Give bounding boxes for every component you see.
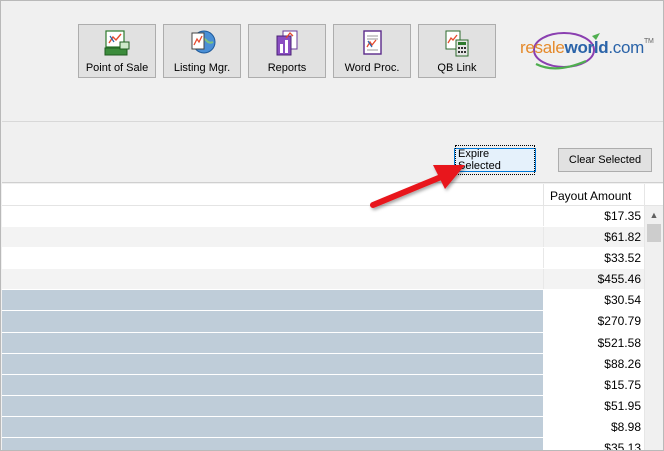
scroll-up-icon[interactable]: ▲ [645,206,663,223]
payout-amount-cell[interactable]: $35.13 [544,438,644,450]
point-of-sale-label: Point of Sale [85,62,149,74]
payout-amount-cell[interactable]: $270.79 [544,311,644,332]
table-row[interactable]: $521.58 [2,332,644,354]
point-of-sale-icon [104,30,130,56]
listing-manager-button[interactable]: Listing Mgr. [163,24,241,78]
payout-amount-cell[interactable]: $455.46 [544,269,644,289]
payout-amount-cell[interactable]: $61.82 [544,227,644,247]
table-row[interactable]: $8.98 [2,416,644,439]
grid-header: Payout Amount [2,184,644,206]
payout-amount-cell[interactable]: $15.75 [544,374,644,395]
table-row[interactable]: $33.52 [2,248,644,270]
table-row[interactable]: $30.54 [2,290,644,312]
quickbooks-link-label: QB Link [437,62,477,74]
action-bar: Expire Selected Clear Selected [2,123,663,183]
listing-manager-icon [191,30,216,54]
listing-manager-label: Listing Mgr. [173,62,231,74]
reports-icon [276,30,298,56]
word-processor-label: Word Proc. [344,62,400,74]
table-row[interactable]: $17.35 [2,206,644,228]
expire-selected-label: Expire Selected [455,145,535,175]
table-row[interactable]: $455.46 [2,269,644,291]
table-row[interactable]: $35.13 [2,438,644,450]
payout-amount-cell[interactable]: $17.35 [544,206,644,226]
payout-amount-column-header[interactable]: Payout Amount [550,189,631,203]
expire-selected-button[interactable]: Expire Selected [454,145,536,175]
clear-selected-label: Clear Selected [568,154,642,166]
resaleworld-logo: resaleworld.comTM [516,28,654,78]
point-of-sale-button[interactable]: Point of Sale [78,24,156,78]
payout-amount-cell[interactable]: $51.95 [544,395,644,416]
application-window: Point of Sale Listing Mgr. Reports Word … [0,0,664,451]
logo-resale-text: resale [520,38,565,57]
reports-label: Reports [267,62,307,74]
vertical-scrollbar[interactable]: ▲ [644,184,663,450]
payout-amount-cell[interactable]: $521.58 [544,332,644,353]
logo-com-text: .com [608,38,644,57]
payout-amount-cell[interactable]: $30.54 [544,290,644,311]
clear-selected-button[interactable]: Clear Selected [558,148,652,172]
table-row[interactable]: $61.82 [2,227,644,249]
quickbooks-link-icon [445,30,469,57]
payout-amount-cell[interactable]: $8.98 [544,416,644,438]
grid-rows: $17.35 $61.82 $33.52 $455.46 $30.54 $270.79 $5… [2,206,644,450]
scrollbar-thumb[interactable] [647,224,661,242]
table-row[interactable]: $51.95 [2,395,644,417]
reports-button[interactable]: Reports [248,24,326,78]
module-toolbar: Point of Sale Listing Mgr. Reports Word … [2,2,663,122]
table-row[interactable]: $15.75 [2,374,644,396]
table-row[interactable]: $88.26 [2,353,644,375]
logo-tm-text: TM [644,38,654,45]
payout-amount-cell[interactable]: $33.52 [544,248,644,268]
table-row[interactable]: $270.79 [2,311,644,333]
logo-world-text: world [564,38,609,57]
consignment-grid[interactable]: Payout Amount $17.35 $61.82 $33.52 $455.46 $… [2,184,644,450]
quickbooks-link-button[interactable]: QB Link [418,24,496,78]
payout-amount-cell[interactable]: $88.26 [544,353,644,374]
word-processor-button[interactable]: Word Proc. [333,24,411,78]
word-processor-icon [363,30,382,55]
